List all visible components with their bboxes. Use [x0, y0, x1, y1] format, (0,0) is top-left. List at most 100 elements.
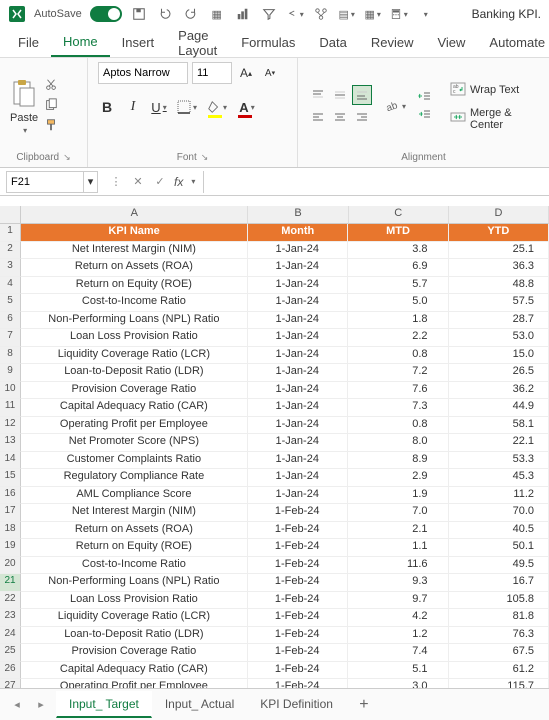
ribbon-tab-home[interactable]: Home	[51, 28, 110, 57]
cell[interactable]: 44.9	[449, 399, 549, 417]
cell[interactable]: 1-Feb-24	[248, 522, 348, 540]
cell[interactable]: 1-Jan-24	[248, 434, 348, 452]
cell[interactable]: 1-Feb-24	[248, 574, 348, 592]
undo-icon[interactable]	[156, 5, 174, 23]
cell[interactable]: 53.3	[449, 452, 549, 470]
paste-icon[interactable]	[10, 78, 38, 110]
row-header[interactable]: 23	[0, 609, 21, 627]
cell[interactable]: 1-Feb-24	[248, 504, 348, 522]
cell[interactable]: Return on Equity (ROE)	[21, 277, 248, 295]
align-left-button[interactable]	[308, 107, 328, 127]
row-header[interactable]: 8	[0, 347, 21, 365]
cell[interactable]: 1-Feb-24	[248, 644, 348, 662]
enter-formula-icon[interactable]: ✓	[152, 174, 168, 190]
cell[interactable]: Capital Adequacy Ratio (CAR)	[21, 399, 248, 417]
cell[interactable]: 70.0	[449, 504, 549, 522]
cell[interactable]: Return on Assets (ROA)	[21, 259, 248, 277]
sheet-tab[interactable]: Input_ Actual	[152, 691, 247, 718]
pivot-chart-icon[interactable]	[234, 5, 252, 23]
row-header[interactable]: 25	[0, 644, 21, 662]
header-cell[interactable]: MTD	[348, 224, 448, 242]
cell[interactable]: 9.3	[348, 574, 449, 592]
cell[interactable]: Cost-to-Income Ratio	[21, 557, 248, 575]
row-header[interactable]: 20	[0, 557, 21, 575]
cell[interactable]: Regulatory Compliance Rate	[21, 469, 248, 487]
cell[interactable]: 1.2	[348, 627, 449, 645]
row-header[interactable]: 12	[0, 417, 21, 435]
row-header[interactable]: 1	[0, 224, 21, 242]
italic-button[interactable]: I	[124, 98, 142, 116]
orientation-button[interactable]: ab▾	[384, 99, 406, 113]
align-bottom-button[interactable]	[352, 85, 372, 105]
cell[interactable]: 76.3	[449, 627, 549, 645]
row-header[interactable]: 27	[0, 679, 21, 688]
clipboard-launcher-icon[interactable]: ↘	[63, 152, 71, 162]
font-launcher-icon[interactable]: ↘	[201, 152, 209, 162]
row-header[interactable]: 7	[0, 329, 21, 347]
cell[interactable]: 1-Jan-24	[248, 294, 348, 312]
branch-icon[interactable]	[312, 5, 330, 23]
cell[interactable]: 1-Jan-24	[248, 399, 348, 417]
sheet-nav-prev-icon[interactable]: ◂	[8, 696, 26, 714]
cell[interactable]: 1.8	[348, 312, 449, 330]
row-header[interactable]: 10	[0, 382, 21, 400]
cell[interactable]: 36.2	[449, 382, 549, 400]
align-middle-button[interactable]	[330, 85, 350, 105]
cell[interactable]: Net Promoter Score (NPS)	[21, 434, 248, 452]
cell[interactable]: Return on Equity (ROE)	[21, 539, 248, 557]
cell[interactable]: Operating Profit per Employee	[21, 679, 248, 688]
calculator-icon[interactable]: ▾	[390, 5, 408, 23]
decrease-indent-button[interactable]	[418, 90, 432, 104]
cell[interactable]: Non-Performing Loans (NPL) Ratio	[21, 312, 248, 330]
sum-icon[interactable]: ▦▾	[364, 5, 382, 23]
save-icon[interactable]	[130, 5, 148, 23]
sheet-tab[interactable]: KPI Definition	[247, 691, 346, 718]
cell[interactable]: 1-Jan-24	[248, 364, 348, 382]
cell[interactable]: 5.0	[348, 294, 449, 312]
cell[interactable]: Return on Assets (ROA)	[21, 522, 248, 540]
cell[interactable]: 1-Jan-24	[248, 329, 348, 347]
column-header-c[interactable]: C	[349, 206, 449, 224]
table-icon[interactable]: ▤▾	[338, 5, 356, 23]
cell[interactable]: 50.1	[449, 539, 549, 557]
cell[interactable]: 25.1	[449, 242, 549, 260]
cell[interactable]: 67.5	[449, 644, 549, 662]
cell[interactable]: 1-Jan-24	[248, 277, 348, 295]
row-header[interactable]: 9	[0, 364, 21, 382]
spreadsheet-grid[interactable]: A B C D 1 KPI Name Month MTD YTD 2Net In…	[0, 206, 549, 688]
ribbon-tab-view[interactable]: View	[425, 29, 477, 56]
bold-button[interactable]: B	[98, 98, 116, 116]
row-header[interactable]: 21	[0, 574, 21, 592]
cell[interactable]: 28.7	[449, 312, 549, 330]
formula-input[interactable]	[203, 171, 549, 193]
cell[interactable]: 1-Jan-24	[248, 452, 348, 470]
row-header[interactable]: 3	[0, 259, 21, 277]
cell[interactable]: 81.8	[449, 609, 549, 627]
cell[interactable]: 115.7	[449, 679, 549, 688]
borders-button[interactable]: ▾	[176, 98, 198, 116]
cell[interactable]: 5.1	[348, 662, 449, 680]
align-right-button[interactable]	[352, 107, 372, 127]
fx-icon[interactable]: fx	[174, 175, 183, 189]
row-header[interactable]: 26	[0, 662, 21, 680]
cell[interactable]: 3.8	[348, 242, 449, 260]
row-header[interactable]: 22	[0, 592, 21, 610]
cell[interactable]: 58.1	[449, 417, 549, 435]
name-box-dropdown-icon[interactable]: ▾	[84, 171, 98, 193]
cell[interactable]: 61.2	[449, 662, 549, 680]
cell[interactable]: 11.6	[348, 557, 449, 575]
cell[interactable]: 7.6	[348, 382, 449, 400]
cell[interactable]: 3.0	[348, 679, 449, 688]
cell[interactable]: 8.9	[348, 452, 449, 470]
row-header[interactable]: 16	[0, 487, 21, 505]
cell[interactable]: 5.7	[348, 277, 449, 295]
row-header[interactable]: 5	[0, 294, 21, 312]
cell[interactable]: Provision Coverage Ratio	[21, 382, 248, 400]
cell[interactable]: 36.3	[449, 259, 549, 277]
cell[interactable]: Liquidity Coverage Ratio (LCR)	[21, 609, 248, 627]
cell[interactable]: 0.8	[348, 417, 449, 435]
cell[interactable]: 1-Jan-24	[248, 487, 348, 505]
cell[interactable]: Net Interest Margin (NIM)	[21, 242, 248, 260]
cell[interactable]: 8.0	[348, 434, 449, 452]
cell[interactable]: Customer Complaints Ratio	[21, 452, 248, 470]
